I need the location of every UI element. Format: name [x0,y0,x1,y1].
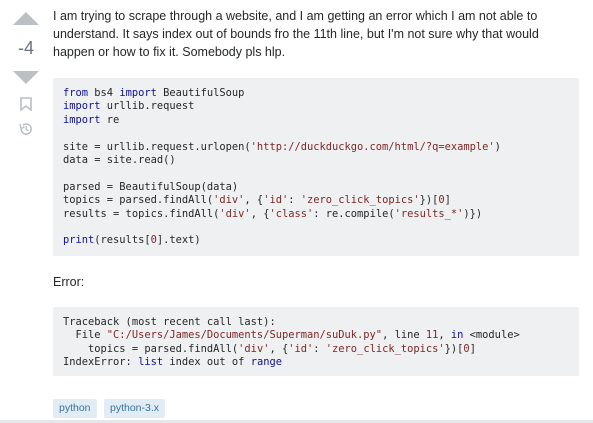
bookmark-icon[interactable] [20,97,32,111]
traceback-line: Traceback (most recent call last): [63,316,276,328]
arrow-down-icon[interactable] [13,71,39,84]
question-body: I am trying to scrape through a website,… [53,9,539,59]
traceback-line: IndexError: list index out of range [63,356,282,369]
vote-count: -4 [17,38,34,58]
code-line: import urllib.request [63,100,195,113]
code-block: from bs4 import BeautifulSoup import url… [53,78,579,256]
code-line: topics = parsed.findAll('div', {'id': 'z… [63,194,451,207]
code-line: print(results[0].text) [63,234,201,247]
vote-cell: -4 [0,0,52,423]
traceback-block: Traceback (most recent call last): File … [53,307,579,376]
code-line: results = topics.findAll('div', {'class'… [63,207,483,220]
traceback-line: File "C:/Users/James/Documents/Superman/… [63,329,520,342]
code-line: data = site.read() [63,154,176,167]
arrow-up-icon[interactable] [13,12,39,25]
tag-python-3x[interactable]: python-3.x [103,399,166,418]
code-line: parsed = BeautifulSoup(data) [63,180,239,193]
error-label: Error: [53,275,85,289]
traceback-line: topics = parsed.findAll('div', {'id': 'z… [63,342,476,355]
history-icon[interactable] [18,121,34,137]
tag-list: python python-3.x [53,398,168,418]
code-line: from bs4 import BeautifulSoup [63,87,245,99]
code-line: import re [63,113,120,126]
tag-python[interactable]: python [53,399,97,418]
code-line: site = urllib.request.urlopen('http://du… [63,140,501,153]
